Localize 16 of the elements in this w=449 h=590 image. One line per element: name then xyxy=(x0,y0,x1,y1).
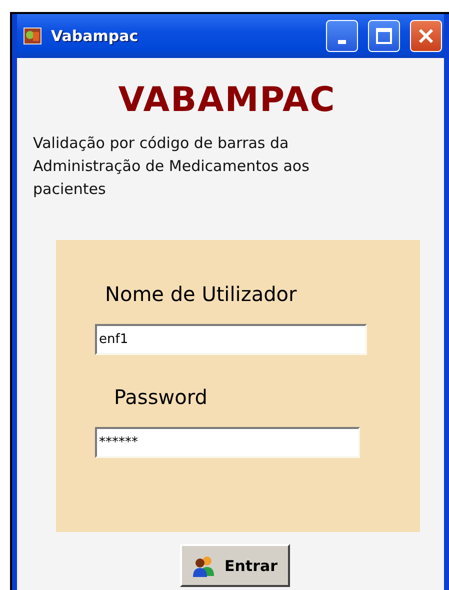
password-field[interactable]: ****** xyxy=(95,427,360,458)
field-label: Password xyxy=(114,385,208,409)
login-button[interactable]: Entrar xyxy=(180,544,290,587)
minimize-button[interactable] xyxy=(326,20,358,52)
minimize-icon xyxy=(338,40,346,44)
users-icon xyxy=(192,554,216,576)
app-logo: VABAMPAC xyxy=(117,80,337,120)
app-description: Validação por código de barras da Administração de Medicamentos aos pacientes xyxy=(33,133,310,200)
close-button[interactable] xyxy=(410,20,442,52)
maximize-icon xyxy=(375,27,393,45)
app-icon xyxy=(23,26,43,46)
close-icon xyxy=(417,27,435,45)
window-title: Vabampac xyxy=(51,27,140,45)
field-label: Nome de Utilizador xyxy=(105,282,297,306)
maximize-button[interactable] xyxy=(368,20,400,52)
username-field[interactable]: enf1 xyxy=(95,324,367,355)
